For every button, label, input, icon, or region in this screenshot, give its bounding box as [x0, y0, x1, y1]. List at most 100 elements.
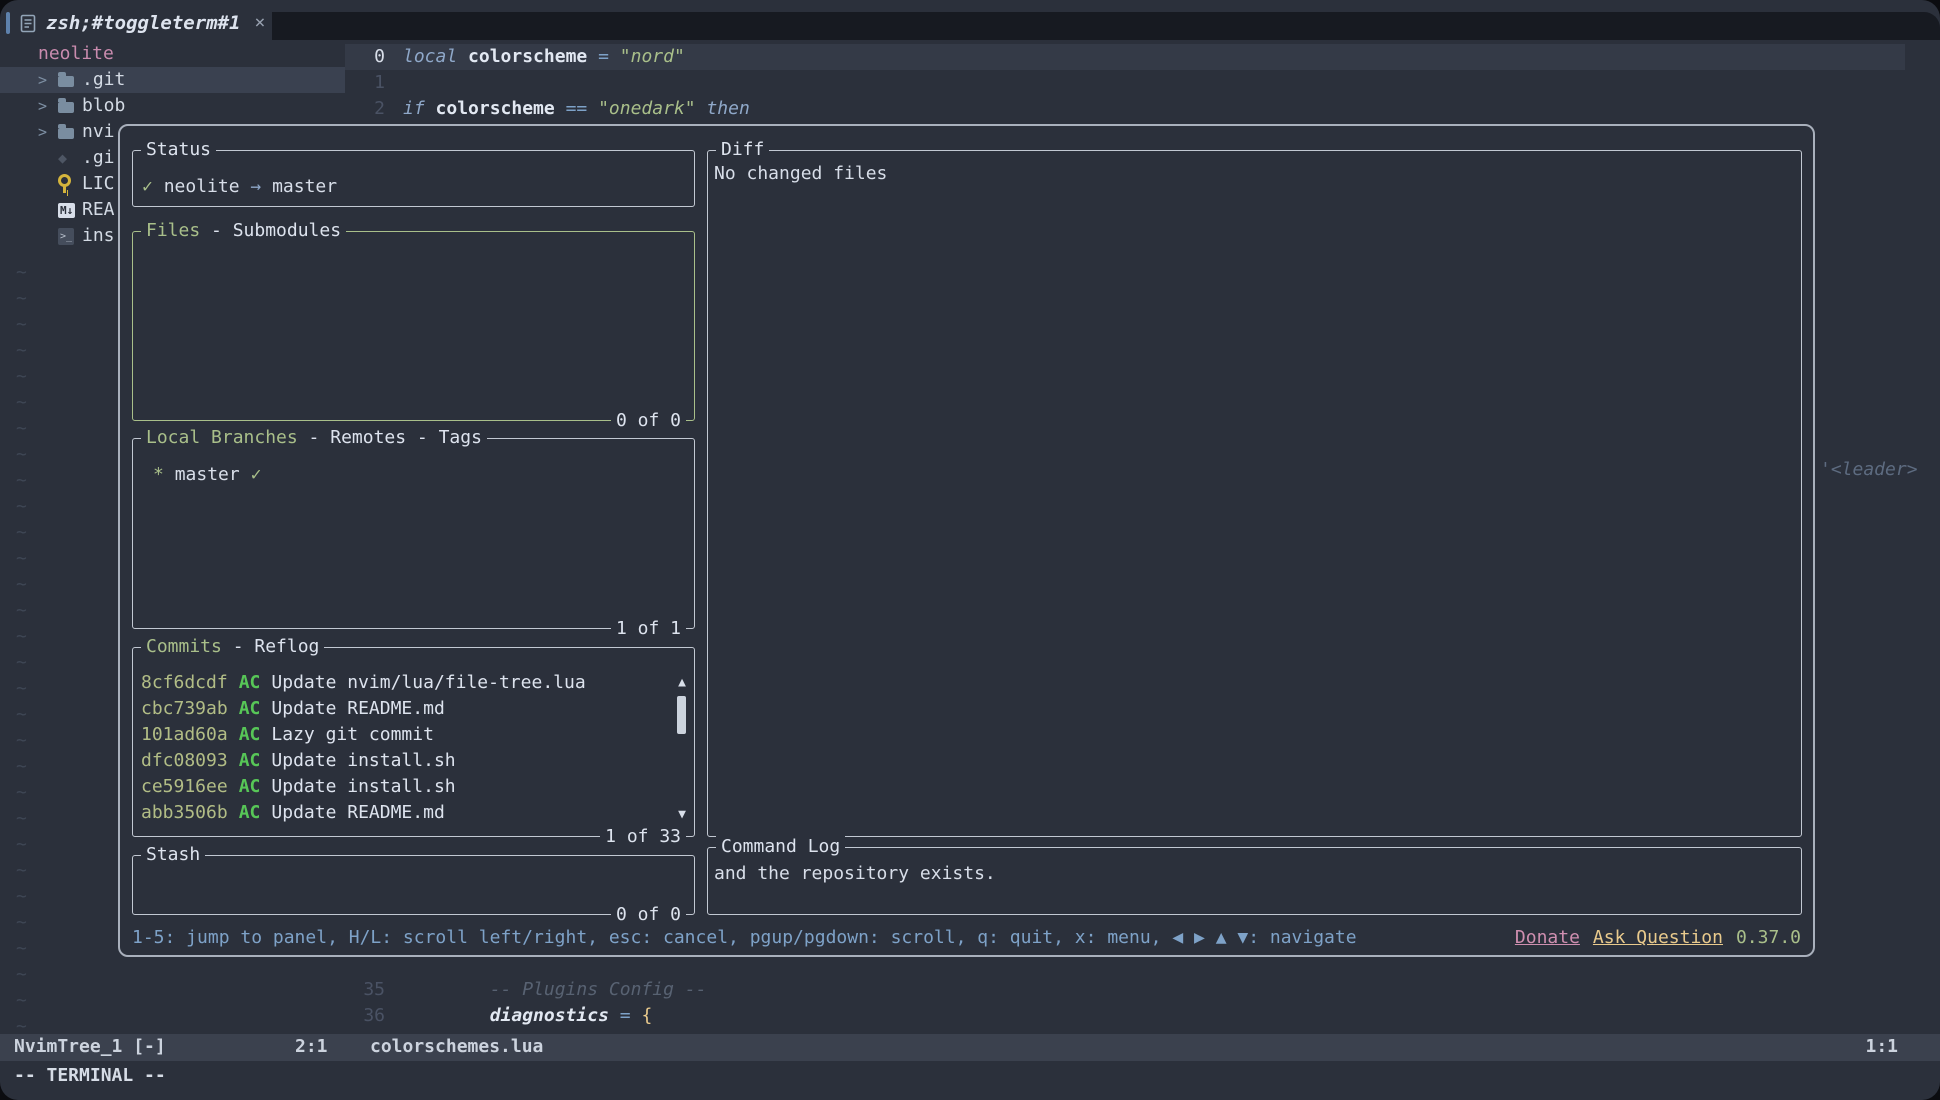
stash-panel[interactable]: Stash 0 of 0 — [132, 855, 695, 915]
leader-hint-text: '<leader> — [1820, 457, 1918, 483]
stash-panel-title: Stash — [141, 842, 205, 868]
code-line-1: 1 — [345, 70, 1905, 96]
arrow-right-icon: → — [250, 174, 261, 200]
commit-author-initials: AC — [239, 696, 261, 722]
tabline: zsh;#toggleterm#1 × — [0, 0, 1940, 40]
tree-item-label: nvi — [82, 119, 115, 145]
files-tab[interactable]: Files — [146, 220, 200, 241]
tab-close-icon[interactable]: × — [254, 10, 265, 36]
tree-item-git[interactable]: > .git — [0, 67, 345, 93]
tilde-marker: ~ — [16, 468, 27, 494]
status-panel[interactable]: Status ✓ neolite → master — [132, 150, 695, 207]
tilde-marker: ~ — [16, 702, 27, 728]
keybindings-bar: 1-5: jump to panel, H/L: scroll left/rig… — [132, 925, 1801, 951]
scroll-up-icon[interactable]: ▲ — [678, 670, 686, 696]
status-repo-line: ✓ neolite → master — [133, 174, 694, 200]
tree-item-label: blob — [82, 93, 125, 119]
commit-author-initials: AC — [239, 670, 261, 696]
commits-count: 1 of 33 — [600, 824, 686, 850]
commit-row[interactable]: ce5916eeACUpdate install.sh — [133, 774, 694, 800]
lazygit-float-window: Status ✓ neolite → master Files - Submod… — [118, 124, 1815, 957]
chevron-right-icon[interactable]: > — [38, 119, 58, 145]
repo-name: neolite — [164, 174, 240, 200]
tab-title: zsh;#toggleterm#1 — [46, 10, 240, 36]
commit-row[interactable]: cbc739abACUpdate README.md — [133, 696, 694, 722]
command-log-panel-title: Command Log — [716, 834, 845, 860]
code-text: if colorscheme == "onedark" then — [395, 96, 750, 122]
commit-hash: 101ad60a — [141, 722, 228, 748]
commit-message: Update README.md — [271, 696, 444, 722]
tilde-marker: ~ — [16, 650, 27, 676]
check-icon: ✓ — [142, 174, 153, 200]
tilde-marker: ~ — [16, 624, 27, 650]
remotes-tags-tabs[interactable]: - Remotes - Tags — [298, 427, 482, 448]
submodules-tab[interactable]: - Submodules — [200, 220, 341, 241]
commits-panel[interactable]: Commits - Reflog 8cf6dcdfACUpdate nvim/l… — [132, 647, 695, 837]
commits-scrollbar[interactable]: ▲ ▼ — [674, 670, 690, 828]
tree-item-label: .gi — [82, 145, 115, 171]
branches-panel[interactable]: Local Branches - Remotes - Tags * master… — [132, 438, 695, 629]
scrollbar-thumb[interactable] — [677, 696, 686, 734]
commit-row[interactable]: abb3506bACUpdate README.md — [133, 800, 694, 826]
commit-author-initials: AC — [239, 722, 261, 748]
status-panel-title: Status — [141, 137, 216, 163]
branch-row[interactable]: * master ✓ — [133, 462, 694, 488]
commit-message: Update install.sh — [271, 748, 455, 774]
tilde-marker: ~ — [16, 728, 27, 754]
tilde-marker: ~ — [16, 962, 27, 988]
tree-item-blob[interactable]: > blob — [0, 93, 345, 119]
commits-panel-title: Commits - Reflog — [141, 634, 324, 660]
tilde-marker: ~ — [16, 390, 27, 416]
tilde-marker: ~ — [16, 572, 27, 598]
readme-icon: M↓ — [58, 203, 75, 218]
chevron-right-icon[interactable]: > — [38, 93, 58, 119]
reflog-tab[interactable]: - Reflog — [222, 636, 320, 657]
commits-list: 8cf6dcdf AC Update nvim/lua/file-tree.lua c… — [133, 648, 694, 826]
branch-name: master — [175, 462, 240, 488]
keybindings-text: 1-5: jump to panel, H/L: scroll left/rig… — [132, 925, 1357, 951]
commit-hash: ce5916ee — [141, 774, 228, 800]
tilde-marker: ~ — [16, 780, 27, 806]
command-log-panel[interactable]: Command Log and the repository exists. — [707, 847, 1802, 915]
terminal-screen: zsh;#toggleterm#1 × neolite >.git>blob>n… — [0, 0, 1940, 1100]
branch-marker: * — [153, 462, 164, 488]
local-branches-tab[interactable]: Local Branches — [146, 427, 298, 448]
line-number: 35 — [345, 977, 395, 1003]
commit-author-initials: AC — [239, 774, 261, 800]
tilde-marker: ~ — [16, 338, 27, 364]
tilde-marker: ~ — [16, 754, 27, 780]
tilde-marker: ~ — [16, 286, 27, 312]
tilde-marker: ~ — [16, 520, 27, 546]
tilde-marker: ~ — [16, 416, 27, 442]
tilde-marker: ~ — [16, 884, 27, 910]
chevron-right-icon[interactable]: > — [38, 67, 58, 93]
tabline-fill — [272, 12, 1940, 40]
commit-row[interactable]: dfc08093ACUpdate install.sh — [133, 748, 694, 774]
code-text: local colorscheme = "nord" — [395, 44, 685, 70]
branches-count: 1 of 1 — [611, 616, 686, 642]
tree-item-label: LIC — [82, 171, 115, 197]
folder-icon — [58, 128, 74, 139]
commit-hash: 8cf6dcdf — [141, 670, 228, 696]
tilde-marker: ~ — [16, 858, 27, 884]
files-panel[interactable]: Files - Submodules 0 of 0 — [132, 231, 695, 421]
file-tree-root[interactable]: neolite — [38, 41, 114, 67]
code-line-2: 2if colorscheme == "onedark" then — [345, 96, 1905, 122]
tilde-marker: ~ — [16, 442, 27, 468]
commit-row[interactable]: 8cf6dcdf AC Update nvim/lua/file-tree.lua — [133, 670, 694, 696]
tilde-marker: ~ — [16, 364, 27, 390]
file-icon — [20, 14, 36, 33]
code-line-36: 36 diagnostics = { — [345, 1003, 1905, 1029]
commits-tab[interactable]: Commits — [146, 636, 222, 657]
commit-row[interactable]: 101ad60aACLazy git commit — [133, 722, 694, 748]
ask-question-link[interactable]: Ask Question — [1593, 925, 1723, 951]
tree-item-label: .git — [82, 67, 125, 93]
tree-item-label: REA — [82, 197, 115, 223]
donate-link[interactable]: Donate — [1515, 925, 1580, 951]
tab-toggleterm[interactable]: zsh;#toggleterm#1 × — [0, 8, 272, 38]
commit-message: Update nvim/lua/file-tree.lua — [271, 670, 585, 696]
tilde-marker: ~ — [16, 936, 27, 962]
tilde-marker: ~ — [16, 260, 27, 286]
lazygit-links: Donate Ask Question 0.37.0 — [1515, 925, 1801, 951]
diff-panel[interactable]: Diff No changed files — [707, 150, 1802, 837]
